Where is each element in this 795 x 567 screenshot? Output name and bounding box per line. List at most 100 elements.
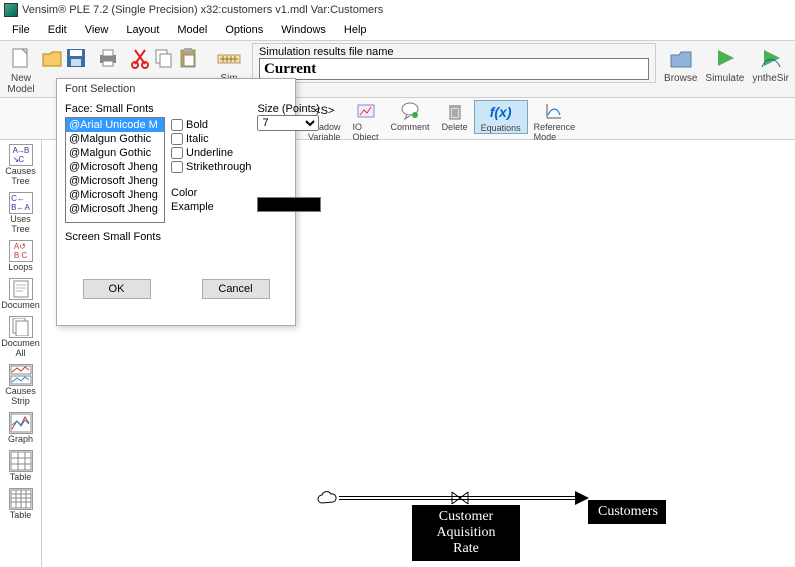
- rate-variable[interactable]: CustomerAquisition Rate: [412, 505, 520, 561]
- screen-font-label: Screen Small Fonts: [65, 231, 165, 243]
- menu-windows[interactable]: Windows: [273, 22, 334, 38]
- font-option[interactable]: @Arial Unicode M: [66, 118, 164, 132]
- delete-button[interactable]: Delete: [436, 100, 474, 132]
- loops-icon: A↺B C: [9, 240, 33, 262]
- causes-tree-button[interactable]: A→B↘CCausesTree: [2, 142, 40, 188]
- menu-model[interactable]: Model: [169, 22, 215, 38]
- reference-mode-button[interactable]: ReferenceMode: [528, 100, 582, 142]
- comment-label: Comment: [391, 122, 430, 132]
- browse-icon: [669, 47, 693, 69]
- causes-strip-icon: [9, 364, 33, 386]
- sim-results-label: Simulation results file name: [259, 46, 649, 58]
- simulate-button[interactable]: Simulate: [701, 43, 748, 84]
- underline-checkbox[interactable]: Underline: [171, 147, 251, 159]
- comment-button[interactable]: Comment: [385, 100, 436, 132]
- font-selection-dialog: Font Selection Face: Small Fonts @Arial …: [56, 78, 296, 326]
- size-label: Size (Points): [257, 103, 321, 115]
- print-button[interactable]: [97, 44, 119, 72]
- table-button-2[interactable]: Table: [2, 486, 40, 522]
- cancel-button[interactable]: Cancel: [202, 279, 270, 299]
- browse-label: Browse: [664, 73, 697, 84]
- paste-button[interactable]: [177, 44, 199, 72]
- bold-checkbox[interactable]: Bold: [171, 119, 251, 131]
- valve-icon: [450, 490, 470, 506]
- trash-icon: [445, 101, 465, 121]
- io-object-icon: [356, 101, 376, 121]
- loops-button[interactable]: A↺B CLoops: [2, 238, 40, 274]
- uses-tree-icon: C←B←A: [9, 192, 33, 214]
- stock-variable[interactable]: Customers: [588, 500, 666, 524]
- font-option[interactable]: @Malgun Gothic: [66, 132, 164, 146]
- equations-icon: f(x): [490, 101, 512, 123]
- face-value: Small Fonts: [96, 103, 154, 115]
- graph-button[interactable]: Graph: [2, 410, 40, 446]
- new-model-label: NewModel: [7, 73, 34, 95]
- font-option[interactable]: @Malgun Gothic: [66, 146, 164, 160]
- save-icon: [65, 47, 87, 69]
- browse-button[interactable]: Browse: [660, 43, 701, 84]
- arrowhead-icon: [575, 491, 589, 505]
- face-label: Face:: [65, 103, 93, 115]
- io-object-button[interactable]: IOObject: [347, 100, 385, 142]
- menu-file[interactable]: File: [4, 22, 38, 38]
- menu-bar: File Edit View Layout Model Options Wind…: [0, 20, 795, 40]
- synthesim-label: yntheSir: [752, 73, 789, 84]
- ok-button[interactable]: OK: [83, 279, 151, 299]
- italic-checkbox[interactable]: Italic: [171, 133, 251, 145]
- color-label: Color: [171, 187, 251, 199]
- app-icon: [4, 3, 18, 17]
- comment-icon: [400, 101, 420, 121]
- synthesim-button[interactable]: yntheSir: [748, 43, 793, 84]
- delete-label: Delete: [442, 122, 468, 132]
- window-title: Vensim® PLE 7.2 (Single Precision) x32:c…: [22, 4, 383, 16]
- sim-setup-icon: [217, 47, 241, 69]
- cut-button[interactable]: [129, 44, 151, 72]
- equations-button[interactable]: f(x) Equations: [474, 100, 528, 134]
- table-button-1[interactable]: Table: [2, 448, 40, 484]
- paste-icon: [177, 47, 199, 69]
- menu-options[interactable]: Options: [217, 22, 271, 38]
- document-button[interactable]: Documen: [2, 276, 40, 312]
- font-option[interactable]: @Microsoft Jheng: [66, 174, 164, 188]
- sim-results-input[interactable]: [259, 58, 649, 80]
- open-button[interactable]: [41, 44, 63, 72]
- copy-button[interactable]: [153, 44, 175, 72]
- menu-layout[interactable]: Layout: [118, 22, 167, 38]
- simulate-label: Simulate: [705, 73, 744, 84]
- open-icon: [41, 47, 63, 69]
- dialog-title: Font Selection: [57, 79, 295, 103]
- equations-label: Equations: [481, 123, 521, 133]
- io-object-label: IOObject: [353, 122, 379, 142]
- new-model-icon: [10, 47, 32, 69]
- font-face-list[interactable]: @Arial Unicode M @Malgun Gothic @Malgun …: [65, 117, 165, 223]
- new-model-button[interactable]: NewModel: [2, 43, 40, 95]
- example-label: Example: [171, 201, 251, 213]
- copy-icon: [153, 47, 175, 69]
- graph-icon: [9, 412, 33, 434]
- save-button[interactable]: [65, 44, 87, 72]
- strikethrough-checkbox[interactable]: Strikethrough: [171, 161, 251, 173]
- reference-mode-label: ReferenceMode: [534, 122, 576, 142]
- sim-results-panel: Simulation results file name: [252, 43, 656, 83]
- document-all-button[interactable]: DocumenAll: [2, 314, 40, 360]
- menu-help[interactable]: Help: [336, 22, 375, 38]
- font-option[interactable]: @Microsoft Jheng: [66, 160, 164, 174]
- menu-edit[interactable]: Edit: [40, 22, 75, 38]
- table-icon: [9, 450, 33, 472]
- table-icon-2: [9, 488, 33, 510]
- print-icon: [97, 47, 119, 69]
- causes-strip-button[interactable]: CausesStrip: [2, 362, 40, 408]
- document-all-icon: [9, 316, 33, 338]
- menu-view[interactable]: View: [77, 22, 117, 38]
- size-select[interactable]: 7: [257, 115, 319, 131]
- cloud-source-icon: [317, 490, 339, 506]
- cut-icon: [129, 47, 151, 69]
- causes-tree-icon: A→B↘C: [9, 144, 33, 166]
- play-icon: [714, 47, 736, 69]
- font-option[interactable]: @Microsoft Jheng: [66, 188, 164, 202]
- document-icon: [9, 278, 33, 300]
- color-swatch[interactable]: [257, 197, 321, 212]
- font-option[interactable]: @Microsoft Jheng: [66, 202, 164, 216]
- left-sidebar: A→B↘CCausesTree C←B←AUses Tree A↺B CLoop…: [0, 140, 42, 567]
- uses-tree-button[interactable]: C←B←AUses Tree: [2, 190, 40, 236]
